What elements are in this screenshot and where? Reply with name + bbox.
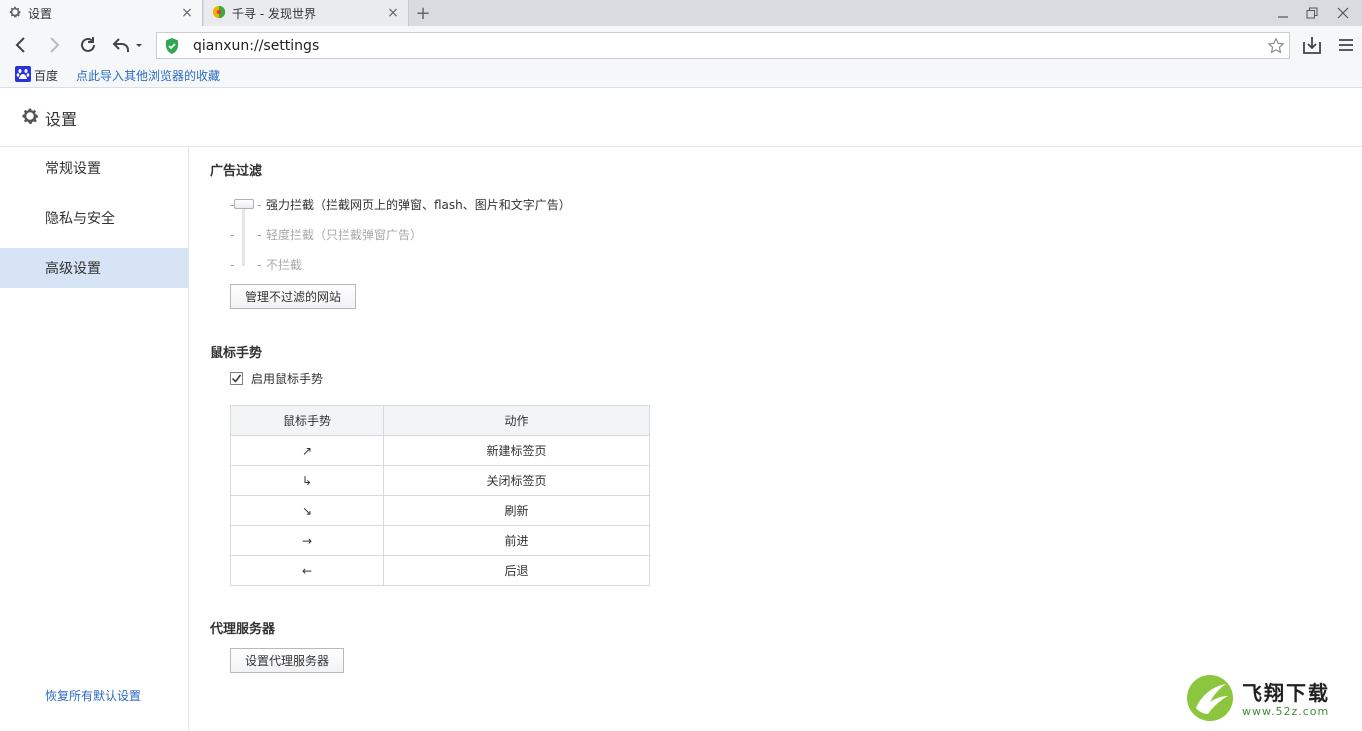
watermark-url: www.52z.com (1242, 704, 1330, 718)
option-label: 轻度拦截（只拦截弹窗广告） (266, 228, 423, 242)
leaf-logo-icon (1186, 674, 1234, 725)
page-title: 设置 (45, 109, 78, 129)
forward-icon[interactable] (42, 33, 66, 57)
bookmark-baidu[interactable]: 百度 (15, 66, 58, 85)
table-row: ↘ 刷新 (230, 495, 650, 526)
tab-qianxun[interactable]: 千寻 - 发现世界 × (204, 0, 409, 26)
option-label: 不拦截 (266, 258, 303, 272)
close-icon[interactable]: × (180, 5, 194, 21)
watermark-name: 飞翔下载 (1242, 680, 1330, 705)
ad-filter-option-strong[interactable]: - - 强力拦截（拦截网页上的弹窗、flash、图片和文字广告） (230, 196, 571, 213)
gesture-action: 前进 (383, 525, 650, 556)
sidebar-item-privacy[interactable]: 隐私与安全 (0, 198, 188, 238)
baidu-paw-icon (15, 66, 31, 85)
gear-icon (8, 5, 22, 22)
tick-mark: - - (230, 197, 262, 212)
option-label: 强力拦截（拦截网页上的弹窗、flash、图片和文字广告） (266, 198, 571, 212)
settings-main: 广告过滤 - - 强力拦截（拦截网页上的弹窗、flash、图片和文字广告） - … (210, 148, 1310, 731)
mouse-gesture-title: 鼠标手势 (210, 346, 263, 361)
manage-unfiltered-sites-button[interactable]: 管理不过滤的网站 (230, 284, 356, 309)
qianxun-logo-icon (212, 5, 226, 22)
gesture-up-right-icon: ↗ (230, 435, 384, 466)
url-input[interactable]: qianxun://settings (187, 38, 1263, 54)
sidebar-item-advanced[interactable]: 高级设置 (0, 248, 188, 288)
sidebar: 常规设置 隐私与安全 高级设置 恢复所有默认设置 (0, 148, 189, 731)
tab-settings[interactable]: 设置 × (0, 0, 203, 26)
sidebar-item-general[interactable]: 常规设置 (0, 148, 188, 188)
table-row: ← 后退 (230, 555, 650, 586)
enable-gesture-label[interactable]: 启用鼠标手势 (251, 370, 323, 387)
gesture-action: 新建标签页 (383, 435, 650, 466)
new-tab-button[interactable]: + (410, 2, 436, 24)
tick-mark: - - (230, 227, 262, 242)
table-row: ↗ 新建标签页 (230, 435, 650, 466)
settings-header: 设置 (0, 89, 1362, 147)
gesture-action: 关闭标签页 (383, 465, 650, 496)
gesture-table: 鼠标手势 动作 ↗ 新建标签页 ↳ 关闭标签页 ↘ 刷新 → 前进 ← 后退 (230, 405, 650, 586)
star-icon[interactable] (1263, 36, 1289, 55)
menu-icon[interactable] (1334, 33, 1358, 57)
tab-title: 设置 (28, 6, 53, 21)
table-header-row: 鼠标手势 动作 (230, 405, 650, 436)
column-header: 鼠标手势 (230, 405, 384, 436)
toolbar: qianxun://settings (0, 26, 1362, 64)
enable-gesture-row: 启用鼠标手势 (230, 370, 323, 387)
ad-filter-title: 广告过滤 (210, 164, 263, 179)
import-bookmarks-link[interactable]: 点此导入其他浏览器的收藏 (76, 67, 220, 84)
restore-icon[interactable] (1297, 0, 1327, 26)
enable-gesture-checkbox[interactable] (230, 372, 243, 385)
table-row: ↳ 关闭标签页 (230, 465, 650, 496)
table-row: → 前进 (230, 525, 650, 556)
shield-icon[interactable] (157, 33, 187, 58)
ad-filter-option-none[interactable]: - - 不拦截 (230, 256, 302, 273)
gesture-left-arrow-icon: ← (230, 555, 384, 586)
address-bar[interactable]: qianxun://settings (156, 32, 1290, 59)
gesture-right-down-icon: ↘ (230, 495, 384, 526)
gear-icon (20, 106, 40, 129)
bookmark-label: 百度 (34, 69, 59, 83)
set-proxy-button[interactable]: 设置代理服务器 (230, 648, 344, 673)
gesture-action: 刷新 (383, 495, 650, 526)
undo-icon[interactable] (110, 33, 144, 57)
reload-icon[interactable] (76, 33, 100, 57)
check-icon (231, 374, 242, 383)
proxy-title: 代理服务器 (210, 622, 276, 637)
tab-strip: 设置 × 千寻 - 发现世界 × + (0, 0, 1362, 26)
watermark-text: 飞翔下载 www.52z.com (1242, 681, 1330, 718)
restore-defaults-link[interactable]: 恢复所有默认设置 (45, 687, 141, 704)
download-icon[interactable] (1300, 33, 1324, 57)
tick-mark: - - (230, 257, 262, 272)
back-icon[interactable] (9, 33, 33, 57)
watermark-logo: 飞翔下载 www.52z.com (1186, 674, 1356, 724)
bookmarks-bar: 百度 点此导入其他浏览器的收藏 (0, 64, 1362, 88)
minimize-icon[interactable] (1268, 0, 1298, 26)
close-icon[interactable]: × (386, 5, 400, 21)
tab-title: 千寻 - 发现世界 (232, 6, 316, 21)
ad-filter-option-light[interactable]: - - 轻度拦截（只拦截弹窗广告） (230, 226, 422, 243)
gesture-down-right-icon: ↳ (230, 465, 384, 496)
gesture-right-arrow-icon: → (230, 525, 384, 556)
gesture-action: 后退 (383, 555, 650, 586)
column-header: 动作 (383, 405, 650, 436)
close-icon[interactable] (1328, 0, 1358, 26)
